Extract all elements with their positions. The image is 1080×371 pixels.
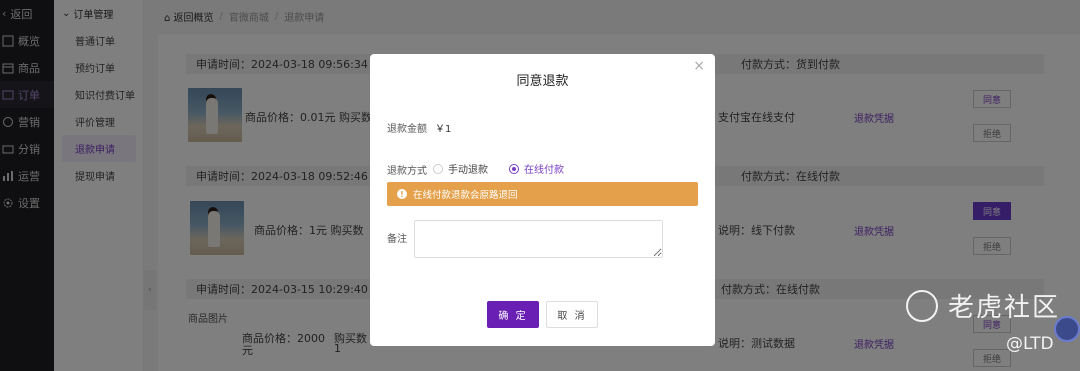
agree-refund-dialog: 同意退款 × 退款金额 ￥1 退款方式 手动退款 在线付款 ! 在线付款退款会原… — [370, 54, 715, 346]
radio-online-payment[interactable]: 在线付款 — [509, 161, 564, 176]
remark-textarea[interactable] — [414, 220, 663, 258]
radio-label: 在线付款 — [524, 165, 564, 176]
confirm-button[interactable]: 确 定 — [487, 301, 539, 328]
radio-label: 手动退款 — [448, 165, 488, 176]
warning-icon: ! — [397, 189, 407, 199]
radio-circle — [433, 163, 443, 174]
refund-method-label: 退款方式 — [387, 166, 427, 177]
support-chat-icon[interactable] — [1054, 316, 1080, 342]
refund-amount-label: 退款金额 — [387, 124, 427, 135]
radio-manual-refund[interactable]: 手动退款 — [433, 161, 488, 176]
watermark: 老虎社区 — [906, 287, 1060, 324]
refund-info-alert: ! 在线付款退款会原路退回 — [387, 182, 698, 206]
watermark-logo-icon — [906, 289, 938, 322]
dialog-title: 同意退款 — [516, 74, 569, 89]
close-icon[interactable]: × — [693, 58, 705, 74]
remark-label: 备注 — [387, 234, 407, 245]
refund-amount-value: ￥1 — [435, 124, 452, 135]
watermark-text: 老虎社区 — [948, 293, 1061, 323]
watermark-subtext: @LTD — [1006, 334, 1054, 354]
radio-circle-checked — [509, 163, 519, 174]
alert-text: 在线付款退款会原路退回 — [413, 190, 518, 201]
cancel-button[interactable]: 取 消 — [546, 301, 598, 328]
